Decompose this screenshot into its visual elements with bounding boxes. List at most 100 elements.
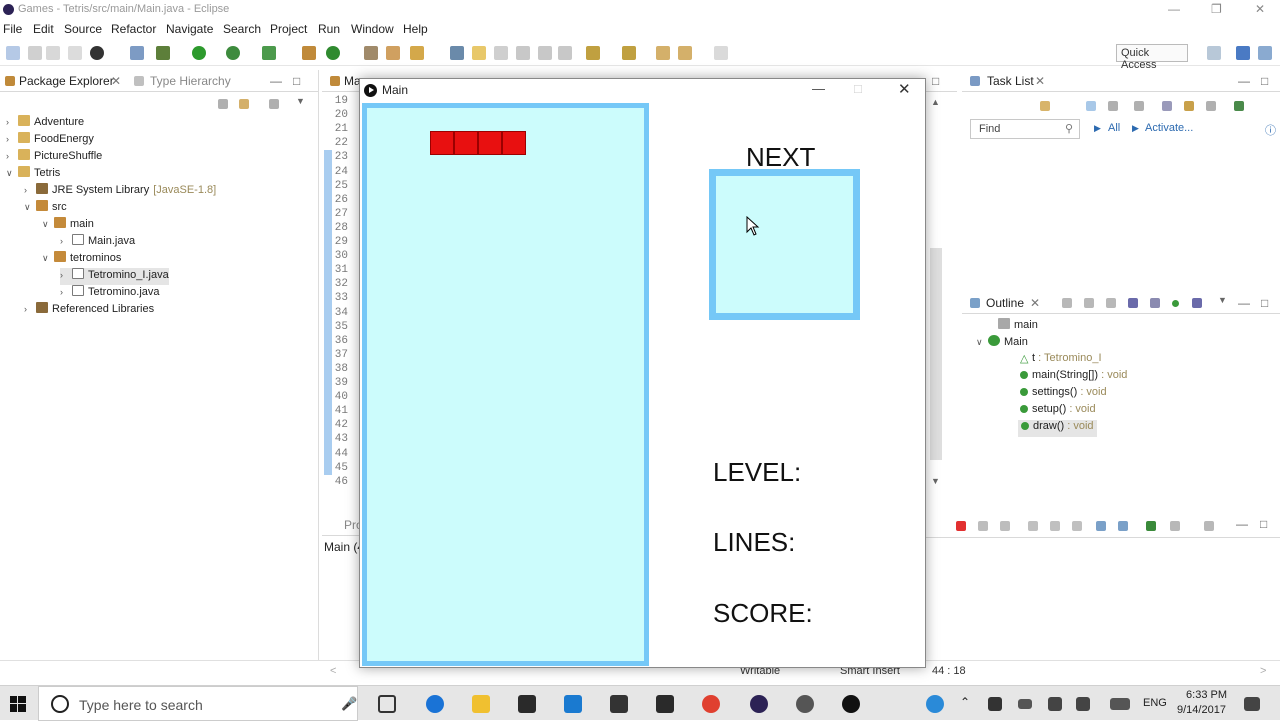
outline-item[interactable]: setup() : void: [1020, 403, 1096, 420]
run-icon[interactable]: [192, 46, 206, 60]
outline-item[interactable]: main: [998, 318, 1038, 335]
new-task-icon[interactable]: [1040, 101, 1050, 111]
dropbox-tray-icon[interactable]: [988, 697, 1002, 711]
tab-package-explorer[interactable]: Package Explorer: [19, 74, 114, 88]
terminate-icon[interactable]: [956, 521, 966, 531]
tree-item[interactable]: › Main.java: [60, 234, 135, 251]
scheduled-icon[interactable]: [1108, 101, 1118, 111]
collapse-arrow-icon[interactable]: ∨: [6, 168, 18, 179]
tree-item[interactable]: › Adventure: [6, 115, 84, 132]
menu-source[interactable]: Source: [64, 22, 102, 36]
app-icon[interactable]: [796, 695, 814, 713]
help-tray-icon[interactable]: [926, 695, 944, 713]
chrome-icon[interactable]: [702, 695, 720, 713]
expand-arrow-icon[interactable]: ›: [24, 185, 36, 195]
focus-on-workweek-icon[interactable]: [1134, 101, 1144, 111]
outline-item[interactable]: settings() : void: [1020, 386, 1107, 403]
outline-view-menu-icon[interactable]: ▼: [1218, 295, 1227, 305]
open-perspective-icon[interactable]: [1207, 46, 1221, 60]
open-type-icon[interactable]: [364, 46, 378, 60]
maximize-console-icon[interactable]: □: [1260, 517, 1267, 531]
sketch-close-icon[interactable]: ✕: [898, 80, 911, 98]
display-console-icon[interactable]: [1170, 521, 1180, 531]
tree-item[interactable]: › JRE System Library [JavaSE-1.8]: [24, 183, 216, 200]
tray-expand-icon[interactable]: ⌃: [960, 695, 970, 709]
clear-console-icon[interactable]: [1028, 521, 1038, 531]
search-icon[interactable]: [410, 46, 424, 60]
maximize-view-icon[interactable]: □: [293, 74, 300, 88]
microphone-icon[interactable]: 🎤: [341, 696, 357, 712]
menu-help[interactable]: Help: [403, 22, 428, 36]
hide-nonpublic-icon[interactable]: [1128, 298, 1138, 308]
volume-icon[interactable]: [1076, 697, 1090, 711]
prev-annotation-icon[interactable]: [622, 46, 636, 60]
focus-icon[interactable]: [269, 99, 279, 109]
tree-item[interactable]: › PictureShuffle: [6, 149, 102, 166]
tree-item[interactable]: › FoodEnergy: [6, 132, 94, 149]
windows-start-icon[interactable]: [10, 696, 26, 712]
close-outline-icon[interactable]: ✕: [1030, 296, 1040, 310]
minimize-console-icon[interactable]: —: [1236, 517, 1248, 531]
file-explorer-icon[interactable]: [472, 695, 490, 713]
public-members-icon[interactable]: [1172, 300, 1179, 307]
back-history-icon[interactable]: [678, 46, 692, 60]
save-icon[interactable]: [28, 46, 42, 60]
block-select-icon[interactable]: [516, 46, 530, 60]
pilcrow-icon[interactable]: [558, 46, 572, 60]
new-java-package-icon[interactable]: [302, 46, 316, 60]
back-icon[interactable]: [656, 46, 670, 60]
menu-run[interactable]: Run: [318, 22, 340, 36]
skip-breakpoints-icon[interactable]: [130, 46, 144, 60]
pin-console-icon[interactable]: [1146, 521, 1156, 531]
menu-edit[interactable]: Edit: [33, 22, 54, 36]
sync-changed-icon[interactable]: [1234, 101, 1244, 111]
menu-refactor[interactable]: Refactor: [111, 22, 156, 36]
amazon-icon[interactable]: [610, 695, 628, 713]
tree-item[interactable]: › Tetromino.java: [60, 285, 160, 302]
close-icon[interactable]: ✕: [1255, 2, 1265, 16]
tree-item[interactable]: ∨ main: [42, 217, 94, 234]
hide-completed-icon[interactable]: [1162, 101, 1172, 111]
outline-item[interactable]: draw() : void: [1018, 420, 1097, 437]
tab-type-hierarchy[interactable]: Type Hierarchy: [150, 74, 231, 88]
debug-perspective-icon[interactable]: [1258, 46, 1272, 60]
minimize-task-list-icon[interactable]: —: [1238, 74, 1250, 88]
synchronize-icon[interactable]: [1184, 101, 1194, 111]
help-icon[interactable]: ⓘ: [1265, 122, 1276, 138]
task-filter-all-link[interactable]: All: [1108, 122, 1120, 134]
close-tab-icon[interactable]: ✕: [111, 74, 121, 88]
maximize-task-list-icon[interactable]: □: [1261, 74, 1268, 88]
forward-icon[interactable]: [714, 46, 728, 60]
editor-scrollbar[interactable]: [930, 248, 942, 460]
open-console-icon[interactable]: [1204, 521, 1214, 531]
highlight-icon[interactable]: [472, 46, 486, 60]
outline-item[interactable]: ∨ Main: [976, 335, 1028, 352]
collapse-arrow-icon[interactable]: ∨: [42, 219, 54, 230]
menu-search[interactable]: Search: [223, 22, 261, 36]
eclipse-taskbar-icon[interactable]: [750, 695, 768, 713]
remove-launch-icon[interactable]: [978, 521, 988, 531]
maximize-editor-icon[interactable]: □: [932, 74, 939, 88]
edge-icon[interactable]: [426, 695, 444, 713]
menu-file[interactable]: File: [3, 22, 22, 36]
java-perspective-icon[interactable]: [1236, 46, 1250, 60]
expand-arrow-icon[interactable]: ›: [60, 236, 72, 246]
collapse-tasks-icon[interactable]: [1206, 101, 1216, 111]
task-activate-link[interactable]: Activate...: [1145, 122, 1193, 134]
mail-icon[interactable]: [656, 695, 674, 713]
sash[interactable]: [318, 70, 319, 660]
dropbox-icon[interactable]: [564, 695, 582, 713]
remove-all-icon[interactable]: [1000, 521, 1010, 531]
sketch-minimize-icon[interactable]: —: [812, 81, 825, 96]
annotation-icon[interactable]: [450, 46, 464, 60]
open-task-icon[interactable]: [386, 46, 400, 60]
tree-item[interactable]: › Tetromino_I.java: [60, 268, 169, 285]
tab-task-list[interactable]: Task List: [987, 74, 1034, 88]
task-view-icon[interactable]: [378, 695, 396, 713]
categorized-icon[interactable]: [1086, 101, 1096, 111]
tree-item[interactable]: › Referenced Libraries: [24, 302, 154, 319]
external-tools-icon[interactable]: [262, 46, 276, 60]
expand-arrow-icon[interactable]: ›: [60, 287, 72, 297]
menu-window[interactable]: Window: [351, 22, 394, 36]
processing-taskbar-icon[interactable]: [842, 695, 860, 713]
